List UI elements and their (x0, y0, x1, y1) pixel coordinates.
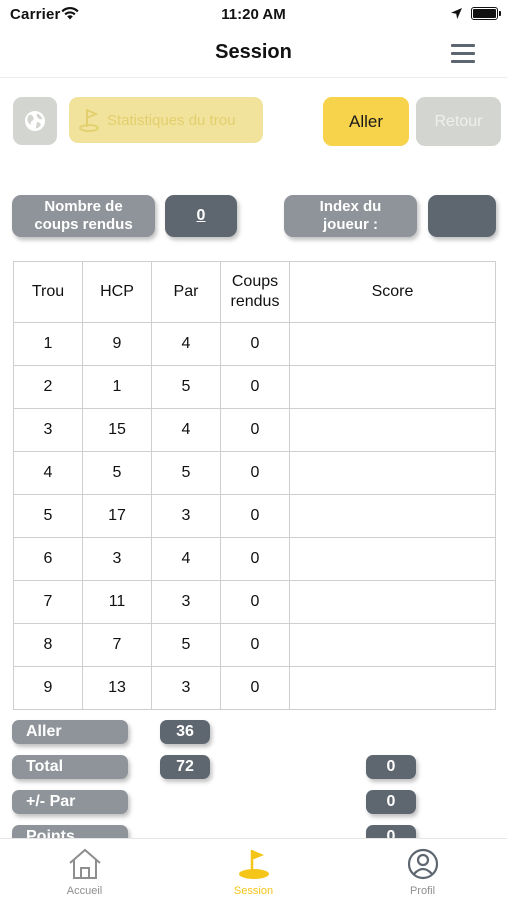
total-score-value: 0 (366, 755, 416, 779)
cell-par: 5 (151, 451, 221, 495)
tab-accueil-label: Accueil (66, 885, 103, 897)
header-trou: Trou (13, 261, 83, 323)
cell-par: 4 (151, 537, 221, 581)
summary-section: Aller 36 Total 72 0 +/- Par 0 Points 0 (0, 710, 507, 838)
cell-score-input[interactable] (289, 365, 496, 409)
cell-par: 3 (151, 666, 221, 710)
cell-hcp: 7 (82, 623, 152, 667)
retour-button[interactable]: Retour (416, 97, 501, 146)
cell-trou: 4 (13, 451, 83, 495)
hole-statistics-label: Statistiques du trou (107, 111, 236, 129)
cell-coups: 0 (220, 494, 290, 538)
cell-trou: 8 (13, 623, 83, 667)
cell-score-input[interactable] (289, 322, 496, 366)
cell-score-input[interactable] (289, 451, 496, 495)
table-header-row: Trou HCP Par Coups rendus Score (13, 261, 496, 323)
header-hcp: HCP (82, 261, 152, 323)
nav-bar: Session (0, 30, 507, 78)
cell-par: 5 (151, 623, 221, 667)
table-row: 6 3 4 0 (13, 537, 496, 581)
cell-coups: 0 (220, 537, 290, 581)
strokes-given-value[interactable]: 0 (165, 195, 237, 237)
player-index-label: Index du joueur : (284, 195, 417, 237)
table-row: 4 5 5 0 (13, 451, 496, 495)
player-index-value[interactable] (428, 195, 496, 237)
cell-coups: 0 (220, 451, 290, 495)
table-row: 9 13 3 0 (13, 666, 496, 710)
cell-hcp: 9 (82, 322, 152, 366)
aller-button[interactable]: Aller (323, 97, 409, 146)
hole-statistics-button[interactable]: Statistiques du trou (69, 97, 263, 143)
page-title: Session (215, 41, 292, 63)
cell-coups: 0 (220, 365, 290, 409)
table-row: 2 1 5 0 (13, 365, 496, 409)
cell-trou: 6 (13, 537, 83, 581)
header-coups-rendus: Coups rendus (220, 261, 290, 323)
tab-bar: Accueil Session Profil (0, 838, 507, 900)
tab-profil[interactable]: Profil (338, 839, 507, 900)
cell-score-input[interactable] (289, 408, 496, 452)
header-par: Par (151, 261, 221, 323)
cell-trou: 9 (13, 666, 83, 710)
tab-session[interactable]: Session (169, 839, 338, 900)
tab-session-label: Session (233, 885, 274, 897)
location-arrow-icon (451, 8, 462, 19)
plus-minus-par-value: 0 (366, 790, 416, 814)
cell-trou: 2 (13, 365, 83, 409)
cell-hcp: 3 (82, 537, 152, 581)
battery-icon (471, 7, 498, 20)
cell-par: 3 (151, 580, 221, 624)
aller-summary-label: Aller (12, 720, 128, 744)
tab-accueil[interactable]: Accueil (0, 839, 169, 900)
status-bar: Carrier 11:20 AM (0, 0, 507, 30)
hamburger-menu-icon[interactable] (448, 42, 478, 66)
globe-icon (25, 111, 45, 131)
cell-trou: 1 (13, 322, 83, 366)
strokes-given-label: Nombre de coups rendus (12, 195, 155, 237)
cell-hcp: 5 (82, 451, 152, 495)
total-par-value: 72 (160, 755, 210, 779)
cell-hcp: 11 (82, 580, 152, 624)
table-row: 1 9 4 0 (13, 322, 496, 366)
cell-coups: 0 (220, 666, 290, 710)
cell-par: 4 (151, 322, 221, 366)
aller-par-value: 36 (160, 720, 210, 744)
header-score: Score (289, 261, 496, 323)
cell-score-input[interactable] (289, 494, 496, 538)
cell-trou: 3 (13, 408, 83, 452)
status-time: 11:20 AM (221, 6, 286, 23)
cell-trou: 5 (13, 494, 83, 538)
cell-hcp: 15 (82, 408, 152, 452)
tab-profil-label: Profil (409, 885, 436, 897)
golf-flag-icon (79, 108, 99, 132)
total-summary-label: Total (12, 755, 128, 779)
cell-par: 3 (151, 494, 221, 538)
cell-coups: 0 (220, 580, 290, 624)
profile-icon (407, 848, 438, 880)
table-row: 8 7 5 0 (13, 623, 496, 667)
cell-coups: 0 (220, 623, 290, 667)
cell-score-input[interactable] (289, 623, 496, 667)
points-label: Points (12, 825, 128, 838)
cell-coups: 0 (220, 322, 290, 366)
cell-score-input[interactable] (289, 580, 496, 624)
cell-par: 4 (151, 408, 221, 452)
points-value: 0 (366, 825, 416, 838)
cell-hcp: 13 (82, 666, 152, 710)
table-row: 3 15 4 0 (13, 408, 496, 452)
cell-par: 5 (151, 365, 221, 409)
cell-hcp: 17 (82, 494, 152, 538)
cell-score-input[interactable] (289, 537, 496, 581)
scorecard-table: Trou HCP Par Coups rendus Score 1 9 4 0 2… (13, 261, 496, 710)
cell-hcp: 1 (82, 365, 152, 409)
globe-button[interactable] (13, 97, 57, 145)
cell-trou: 7 (13, 580, 83, 624)
plus-minus-par-label: +/- Par (12, 790, 128, 814)
cell-coups: 0 (220, 408, 290, 452)
table-row: 7 11 3 0 (13, 580, 496, 624)
table-row: 5 17 3 0 (13, 494, 496, 538)
cell-score-input[interactable] (289, 666, 496, 710)
home-icon (68, 848, 101, 879)
golf-flag-icon (238, 850, 269, 879)
